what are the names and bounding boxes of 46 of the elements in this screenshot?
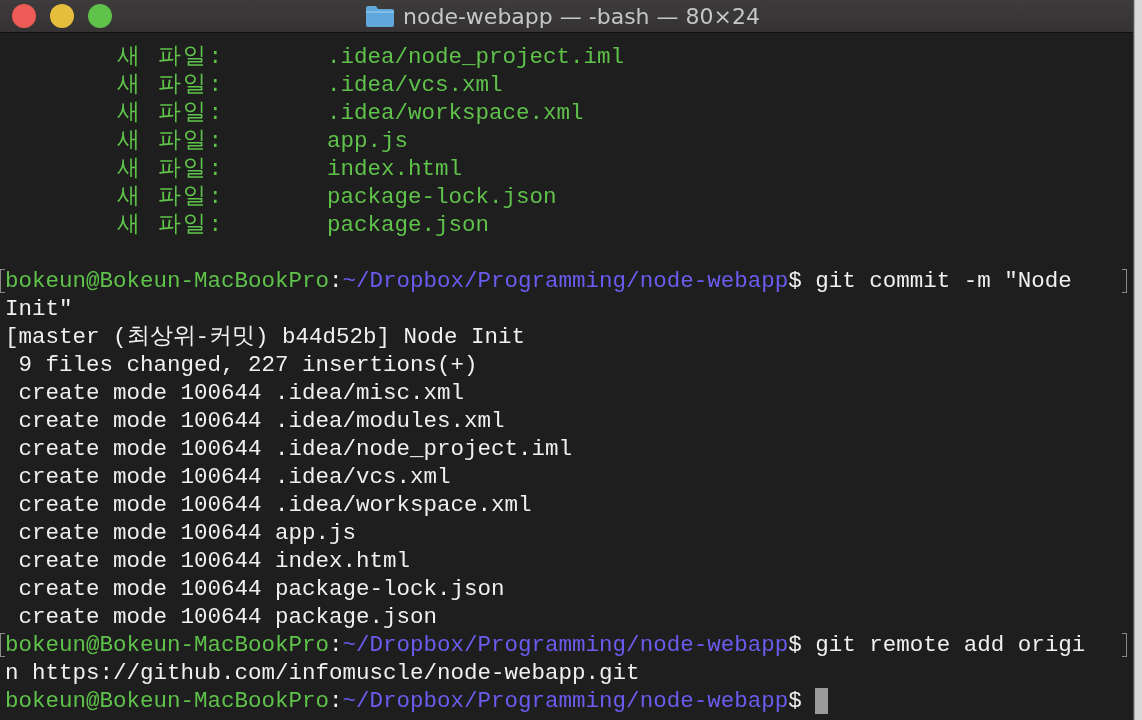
prompt-sign: $: [788, 631, 802, 659]
prompt-user: bokeun@Bokeun-MacBookPro: [5, 631, 330, 659]
terminal-line: create mode 100644 package.json: [17, 603, 438, 631]
window-title: node-webapp — -bash — 80×24: [403, 3, 760, 29]
terminal-line: create mode 100644 index.html: [17, 547, 411, 575]
terminal-line: 9 files changed, 227 insertions(+): [17, 351, 478, 379]
file-status-label: 새 파일:: [117, 99, 226, 127]
prompt-sign: $: [788, 267, 802, 295]
prompt-path: ~/Dropbox/Programming/node-webapp: [342, 267, 789, 295]
prompt-user: bokeun@Bokeun-MacBookPro: [5, 267, 330, 295]
prompt-separator: :: [329, 631, 343, 659]
terminal-line: [master (최상위-커밋) b44d52b] Node Init: [5, 323, 526, 351]
file-path: app.js: [327, 127, 408, 155]
terminal-line: create mode 100644 .idea/node_project.iml: [17, 435, 573, 463]
terminal-line: create mode 100644 .idea/workspace.xml: [17, 491, 532, 519]
terminal-line: create mode 100644 .idea/modules.xml: [17, 407, 505, 435]
folder-icon: [365, 4, 396, 28]
file-status-label: 새 파일:: [117, 43, 226, 71]
terminal-line: n https://github.com/infomuscle/node-webapp.git: [5, 659, 640, 687]
minimize-button[interactable]: [50, 4, 74, 28]
prompt-sign: $: [788, 687, 802, 715]
file-status-label: 새 파일:: [117, 183, 226, 211]
prompt-path: ~/Dropbox/Programming/node-webapp: [342, 687, 789, 715]
terminal-line: create mode 100644 .idea/vcs.xml: [17, 463, 451, 491]
file-path: index.html: [327, 155, 463, 183]
command-text: git commit -m "Node: [815, 267, 1072, 295]
file-path: package.json: [327, 211, 490, 239]
file-path: package-lock.json: [327, 183, 557, 211]
file-status-label: 새 파일:: [117, 211, 226, 239]
prompt-separator: :: [329, 267, 343, 295]
file-path: .idea/node_project.iml: [327, 43, 625, 71]
file-status-label: 새 파일:: [117, 71, 226, 99]
terminal-line: Init": [5, 295, 73, 323]
file-path: .idea/workspace.xml: [327, 99, 584, 127]
terminal-line: create mode 100644 app.js: [17, 519, 357, 547]
file-status-label: 새 파일:: [117, 155, 226, 183]
file-path: .idea/vcs.xml: [327, 71, 503, 99]
zoom-button[interactable]: [88, 4, 112, 28]
terminal-line: create mode 100644 .idea/misc.xml: [17, 379, 465, 407]
close-button[interactable]: [12, 4, 36, 28]
command-text: git remote add origi: [815, 631, 1086, 659]
prompt-separator: :: [329, 687, 343, 715]
prompt-user: bokeun@Bokeun-MacBookPro: [5, 687, 330, 715]
prompt-path: ~/Dropbox/Programming/node-webapp: [342, 631, 789, 659]
file-status-label: 새 파일:: [117, 127, 226, 155]
terminal-line: create mode 100644 package-lock.json: [17, 575, 505, 603]
